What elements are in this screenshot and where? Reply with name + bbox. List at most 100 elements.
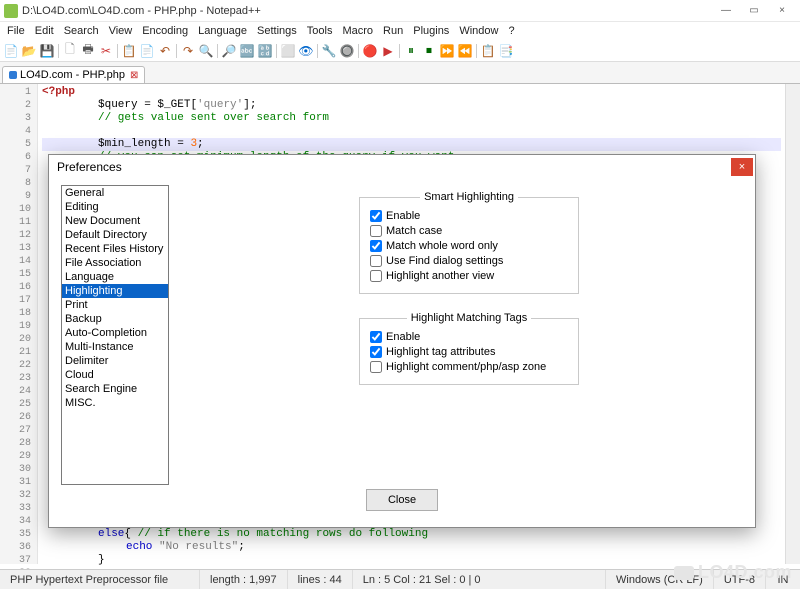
- smart-highlighting-option-0[interactable]: Enable: [370, 210, 568, 222]
- toolbar-button-13[interactable]: 🔡: [257, 43, 273, 59]
- pref-category-multi-instance[interactable]: Multi-Instance: [62, 340, 168, 354]
- toolbar-button-12[interactable]: 🔤: [239, 43, 255, 59]
- toolbar-button-3[interactable]: 🗋: [62, 43, 78, 59]
- code-line[interactable]: }: [42, 554, 781, 567]
- pref-category-cloud[interactable]: Cloud: [62, 368, 168, 382]
- toolbar-button-17[interactable]: 🔘: [339, 43, 355, 59]
- menu-language[interactable]: Language: [193, 24, 252, 38]
- smart-highlighting-checkbox-1[interactable]: [370, 225, 382, 237]
- pref-category-general[interactable]: General: [62, 186, 168, 200]
- line-number: 11: [0, 216, 31, 229]
- pref-category-highlighting[interactable]: Highlighting: [62, 284, 168, 298]
- pref-category-print[interactable]: Print: [62, 298, 168, 312]
- smart-highlighting-checkbox-2[interactable]: [370, 240, 382, 252]
- menu-window[interactable]: Window: [454, 24, 503, 38]
- menu-run[interactable]: Run: [378, 24, 408, 38]
- menu-encoding[interactable]: Encoding: [137, 24, 193, 38]
- maximize-button[interactable]: ▭: [740, 2, 768, 20]
- toolbar-button-25[interactable]: 📑: [498, 43, 514, 59]
- line-number: 20: [0, 333, 31, 346]
- toolbar-button-1[interactable]: 📂: [21, 43, 37, 59]
- pref-category-auto-completion[interactable]: Auto-Completion: [62, 326, 168, 340]
- pref-category-recent-files-history[interactable]: Recent Files History: [62, 242, 168, 256]
- tab-close-icon[interactable]: ⊠: [130, 70, 138, 81]
- menu-search[interactable]: Search: [59, 24, 104, 38]
- code-line[interactable]: <?php: [42, 86, 781, 99]
- smart-highlighting-checkbox-3[interactable]: [370, 255, 382, 267]
- pref-category-file-association[interactable]: File Association: [62, 256, 168, 270]
- matching-tags-option-2[interactable]: Highlight comment/php/asp zone: [370, 361, 568, 373]
- toolbar-button-16[interactable]: 🔧: [321, 43, 337, 59]
- toolbar-button-9[interactable]: ↷: [180, 43, 196, 59]
- code-line[interactable]: else{ // if there is no matching rows do…: [42, 528, 781, 541]
- toolbar-button-8[interactable]: ↶: [157, 43, 173, 59]
- menu-bar: FileEditSearchViewEncodingLanguageSettin…: [0, 22, 800, 40]
- menu-plugins[interactable]: Plugins: [408, 24, 454, 38]
- matching-tags-option-0[interactable]: Enable: [370, 331, 568, 343]
- dialog-titlebar: Preferences ×: [49, 155, 755, 179]
- pref-category-delimiter[interactable]: Delimiter: [62, 354, 168, 368]
- line-number: 29: [0, 450, 31, 463]
- toolbar-button-23[interactable]: ⏪: [457, 43, 473, 59]
- toolbar-button-22[interactable]: ⏩: [439, 43, 455, 59]
- matching-tags-option-1[interactable]: Highlight tag attributes: [370, 346, 568, 358]
- toolbar-button-24[interactable]: 📋: [480, 43, 496, 59]
- matching-tags-checkbox-2[interactable]: [370, 361, 382, 373]
- menu-edit[interactable]: Edit: [30, 24, 59, 38]
- status-bar: PHP Hypertext Preprocessor file length :…: [0, 569, 800, 589]
- pref-category-search-engine[interactable]: Search Engine: [62, 382, 168, 396]
- toolbar-button-4[interactable]: 🖶: [80, 43, 96, 59]
- preferences-category-list[interactable]: GeneralEditingNew DocumentDefault Direct…: [61, 185, 169, 485]
- toolbar-button-10[interactable]: 🔍: [198, 43, 214, 59]
- menu-settings[interactable]: Settings: [252, 24, 302, 38]
- matching-tags-label-2: Highlight comment/php/asp zone: [386, 361, 546, 373]
- pref-category-misc-[interactable]: MISC.: [62, 396, 168, 410]
- toolbar-button-5[interactable]: ✂: [98, 43, 114, 59]
- matching-tags-checkbox-0[interactable]: [370, 331, 382, 343]
- smart-highlighting-option-2[interactable]: Match whole word only: [370, 240, 568, 252]
- window-close-button[interactable]: ×: [768, 2, 796, 20]
- pref-category-language[interactable]: Language: [62, 270, 168, 284]
- line-number: 33: [0, 502, 31, 515]
- pref-category-editing[interactable]: Editing: [62, 200, 168, 214]
- menu-view[interactable]: View: [104, 24, 138, 38]
- toolbar-button-11[interactable]: 🔎: [221, 43, 237, 59]
- smart-highlighting-checkbox-0[interactable]: [370, 210, 382, 222]
- smart-highlighting-option-4[interactable]: Highlight another view: [370, 270, 568, 282]
- matching-tags-legend: Highlight Matching Tags: [407, 312, 532, 324]
- pref-category-new-document[interactable]: New Document: [62, 214, 168, 228]
- dialog-close-button[interactable]: ×: [731, 158, 753, 176]
- toolbar-button-6[interactable]: 📋: [121, 43, 137, 59]
- vertical-scrollbar[interactable]: [785, 84, 800, 564]
- close-button[interactable]: Close: [366, 489, 438, 511]
- smart-highlighting-option-3[interactable]: Use Find dialog settings: [370, 255, 568, 267]
- menu-macro[interactable]: Macro: [337, 24, 378, 38]
- smart-highlighting-option-1[interactable]: Match case: [370, 225, 568, 237]
- code-line[interactable]: $query = $_GET['query'];: [42, 99, 781, 112]
- line-number: 28: [0, 437, 31, 450]
- line-number: 19: [0, 320, 31, 333]
- pref-category-backup[interactable]: Backup: [62, 312, 168, 326]
- toolbar-button-0[interactable]: 📄: [3, 43, 19, 59]
- code-line[interactable]: echo "No results";: [42, 541, 781, 554]
- minimize-button[interactable]: —: [712, 2, 740, 20]
- toolbar-button-18[interactable]: 🔴: [362, 43, 378, 59]
- smart-highlighting-checkbox-4[interactable]: [370, 270, 382, 282]
- toolbar-button-2[interactable]: 💾: [39, 43, 55, 59]
- toolbar-button-20[interactable]: ⏸: [403, 43, 419, 59]
- matching-tags-label-1: Highlight tag attributes: [386, 346, 495, 358]
- menu-file[interactable]: File: [2, 24, 30, 38]
- matching-tags-checkbox-1[interactable]: [370, 346, 382, 358]
- menu-tools[interactable]: Tools: [302, 24, 338, 38]
- tab-file[interactable]: LO4D.com - PHP.php ⊠: [2, 66, 145, 83]
- code-line[interactable]: [42, 125, 781, 138]
- code-line[interactable]: // gets value sent over search form: [42, 112, 781, 125]
- pref-category-default-directory[interactable]: Default Directory: [62, 228, 168, 242]
- toolbar-button-19[interactable]: ▶: [380, 43, 396, 59]
- toolbar-button-7[interactable]: 📄: [139, 43, 155, 59]
- toolbar-button-14[interactable]: ⬜: [280, 43, 296, 59]
- toolbar-button-15[interactable]: 👁: [298, 43, 314, 59]
- code-line[interactable]: $min_length = 3;: [42, 138, 781, 151]
- toolbar-button-21[interactable]: ⏹: [421, 43, 437, 59]
- menu-[interactable]: ?: [503, 24, 519, 38]
